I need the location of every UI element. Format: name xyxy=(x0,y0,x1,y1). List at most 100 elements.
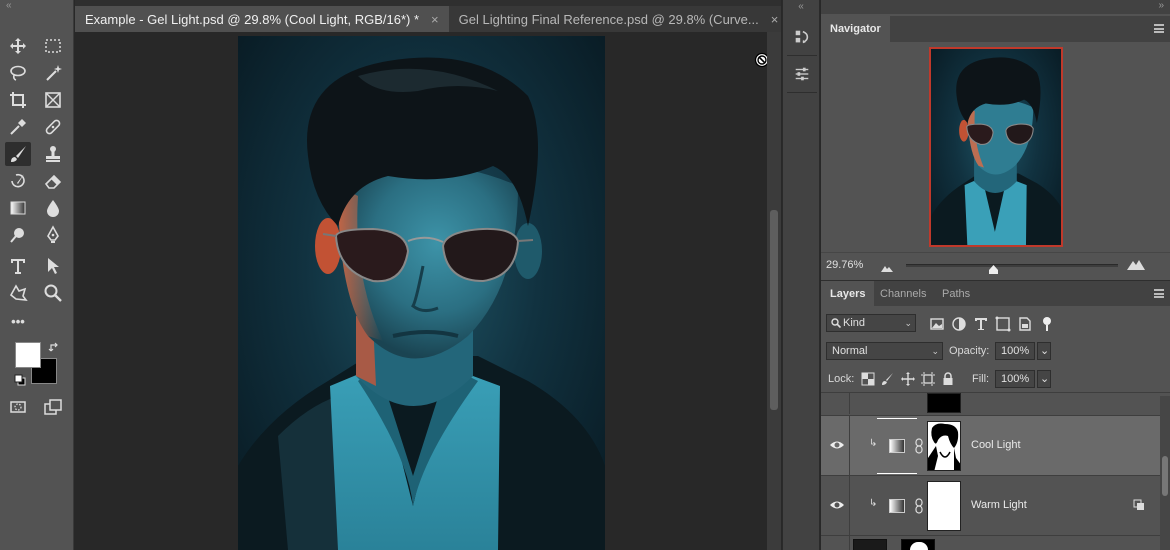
blend-mode-dropdown[interactable]: Normal ⌄ xyxy=(826,342,943,360)
filter-toggle-icon[interactable] xyxy=(1039,316,1055,332)
visibility-column xyxy=(849,536,850,550)
more-tools-button[interactable]: ••• xyxy=(5,309,31,333)
layer-row-warm-light[interactable]: ↳ Warm Light xyxy=(821,475,1170,535)
brush-tool-icon[interactable] xyxy=(5,142,31,166)
tab-gel-lighting-final-reference[interactable]: Gel Lighting Final Reference.psd @ 29.8%… xyxy=(449,6,790,32)
default-colors-icon[interactable] xyxy=(14,374,26,386)
eyedropper-tool-icon[interactable] xyxy=(5,115,31,139)
clipping-arrow-icon: ↳ xyxy=(869,498,878,509)
layers-scrollbar[interactable] xyxy=(1160,396,1170,550)
navigator-thumbnail[interactable] xyxy=(929,47,1063,247)
fill-slider-button[interactable]: ⌄ xyxy=(1037,370,1051,388)
lock-label: Lock: xyxy=(828,373,855,385)
filter-kind-dropdown[interactable]: Kind ⌄ xyxy=(826,314,916,332)
lock-image-pixels-icon[interactable] xyxy=(881,372,895,386)
layer-mask-thumbnail xyxy=(901,539,935,550)
quick-mask-icon[interactable] xyxy=(5,395,31,419)
clone-stamp-tool-icon[interactable] xyxy=(40,142,66,166)
curves-adjustment-icon[interactable] xyxy=(889,439,905,453)
type-layer-filter-icon[interactable] xyxy=(973,316,989,332)
zoom-slider-track[interactable] xyxy=(906,264,1118,267)
smart-object-filter-icon[interactable] xyxy=(1017,316,1033,332)
history-brush-tool-icon[interactable] xyxy=(5,169,31,193)
tab-navigator[interactable]: Navigator xyxy=(821,16,890,42)
zoom-percentage-field[interactable]: 29.76% xyxy=(826,259,863,271)
lock-artboard-icon[interactable] xyxy=(921,372,935,386)
eye-icon[interactable] xyxy=(829,439,845,453)
swap-colors-icon[interactable] xyxy=(48,340,62,354)
panels-collapse-button[interactable]: » xyxy=(821,0,1170,14)
layer-mask-thumbnail[interactable] xyxy=(927,421,961,471)
zoom-tool-icon[interactable] xyxy=(40,281,66,305)
curves-adjustment-icon[interactable] xyxy=(889,499,905,513)
layer-row-partial-above[interactable] xyxy=(821,392,1170,414)
healing-brush-tool-icon[interactable] xyxy=(40,115,66,139)
tab-channels[interactable]: Channels xyxy=(871,281,935,307)
frame-tool-icon[interactable] xyxy=(40,88,66,112)
fill-label: Fill: xyxy=(972,373,990,385)
lock-all-icon[interactable] xyxy=(941,372,955,386)
pixel-layer-filter-icon[interactable] xyxy=(929,316,945,332)
layers-tab-bar: Layers Channels Paths xyxy=(821,280,1170,307)
layer-name[interactable]: Warm Light xyxy=(971,499,1027,511)
shape-layer-filter-icon[interactable] xyxy=(995,316,1011,332)
path-selection-tool-icon[interactable] xyxy=(40,254,66,278)
navigator-tab-bar: Navigator xyxy=(821,16,1170,42)
opacity-label: Opacity: xyxy=(949,345,990,357)
history-icon[interactable] xyxy=(788,24,816,50)
mask-options-icon[interactable] xyxy=(1133,499,1145,511)
chevron-down-icon: ⌄ xyxy=(1040,373,1050,385)
layer-row-partial-below[interactable] xyxy=(821,535,1170,550)
artboard-tool-icon[interactable] xyxy=(40,34,66,58)
navigator-menu-icon[interactable] xyxy=(1154,24,1164,33)
zoom-in-icon[interactable] xyxy=(1127,258,1145,273)
portrait-photo xyxy=(238,36,605,550)
gradient-tool-icon[interactable] xyxy=(5,196,31,220)
opacity-field[interactable]: 100% xyxy=(995,342,1035,360)
pen-tool-icon[interactable] xyxy=(40,223,66,247)
blend-mode-value: Normal xyxy=(832,345,868,357)
navigator-preview[interactable] xyxy=(821,42,1170,252)
strip-collapse-button[interactable]: « xyxy=(783,0,819,14)
lock-position-icon[interactable] xyxy=(901,372,915,386)
tab-example-gel-light[interactable]: Example - Gel Light.psd @ 29.8% (Cool Li… xyxy=(75,6,449,32)
layer-name[interactable]: Cool Light xyxy=(971,439,1021,451)
blur-tool-icon[interactable] xyxy=(40,196,66,220)
adjustment-layer-filter-icon[interactable] xyxy=(951,316,967,332)
document-canvas[interactable] xyxy=(75,32,767,550)
type-tool-icon[interactable] xyxy=(5,254,31,278)
zoom-out-icon[interactable] xyxy=(881,261,893,275)
adjustments-icon[interactable] xyxy=(788,61,816,87)
fill-field[interactable]: 100% xyxy=(995,370,1035,388)
layers-menu-icon[interactable] xyxy=(1154,289,1164,298)
tab-label: Example - Gel Light.psd @ 29.8% (Cool Li… xyxy=(85,11,420,27)
lasso-tool-icon[interactable] xyxy=(5,61,31,85)
canvas-vertical-scrollbar[interactable] xyxy=(767,32,781,550)
magic-wand-tool-icon[interactable] xyxy=(40,61,66,85)
close-icon[interactable]: × xyxy=(771,12,779,27)
opacity-slider-button[interactable]: ⌄ xyxy=(1037,342,1051,360)
foreground-color-swatch[interactable] xyxy=(15,342,41,368)
screen-mode-icon[interactable] xyxy=(40,395,66,419)
lock-transparent-pixels-icon[interactable] xyxy=(861,372,875,386)
navigator-zoom-bar: 29.76% xyxy=(821,252,1170,278)
layer-mask-thumbnail[interactable] xyxy=(927,481,961,531)
move-tool-icon[interactable] xyxy=(5,34,31,58)
link-chain-icon[interactable] xyxy=(915,498,923,514)
tab-paths[interactable]: Paths xyxy=(933,281,979,307)
eye-icon[interactable] xyxy=(829,499,845,513)
toolbar-collapse-button[interactable]: « xyxy=(0,0,74,14)
link-chain-icon[interactable] xyxy=(915,438,923,454)
eraser-tool-icon[interactable] xyxy=(40,169,66,193)
scrollbar-thumb[interactable] xyxy=(1162,456,1168,496)
layer-row-cool-light[interactable]: ↳ Cool Light xyxy=(821,415,1170,476)
close-icon[interactable]: × xyxy=(431,12,439,27)
shape-tool-icon[interactable] xyxy=(5,281,31,305)
crop-tool-icon[interactable] xyxy=(5,88,31,112)
layer-thumbnail xyxy=(853,539,887,550)
dodge-tool-icon[interactable] xyxy=(5,223,31,247)
scrollbar-thumb[interactable] xyxy=(770,210,778,410)
document-tabs: Example - Gel Light.psd @ 29.8% (Cool Li… xyxy=(75,6,790,32)
tab-layers[interactable]: Layers xyxy=(821,281,875,307)
zoom-slider-handle[interactable] xyxy=(989,263,998,274)
